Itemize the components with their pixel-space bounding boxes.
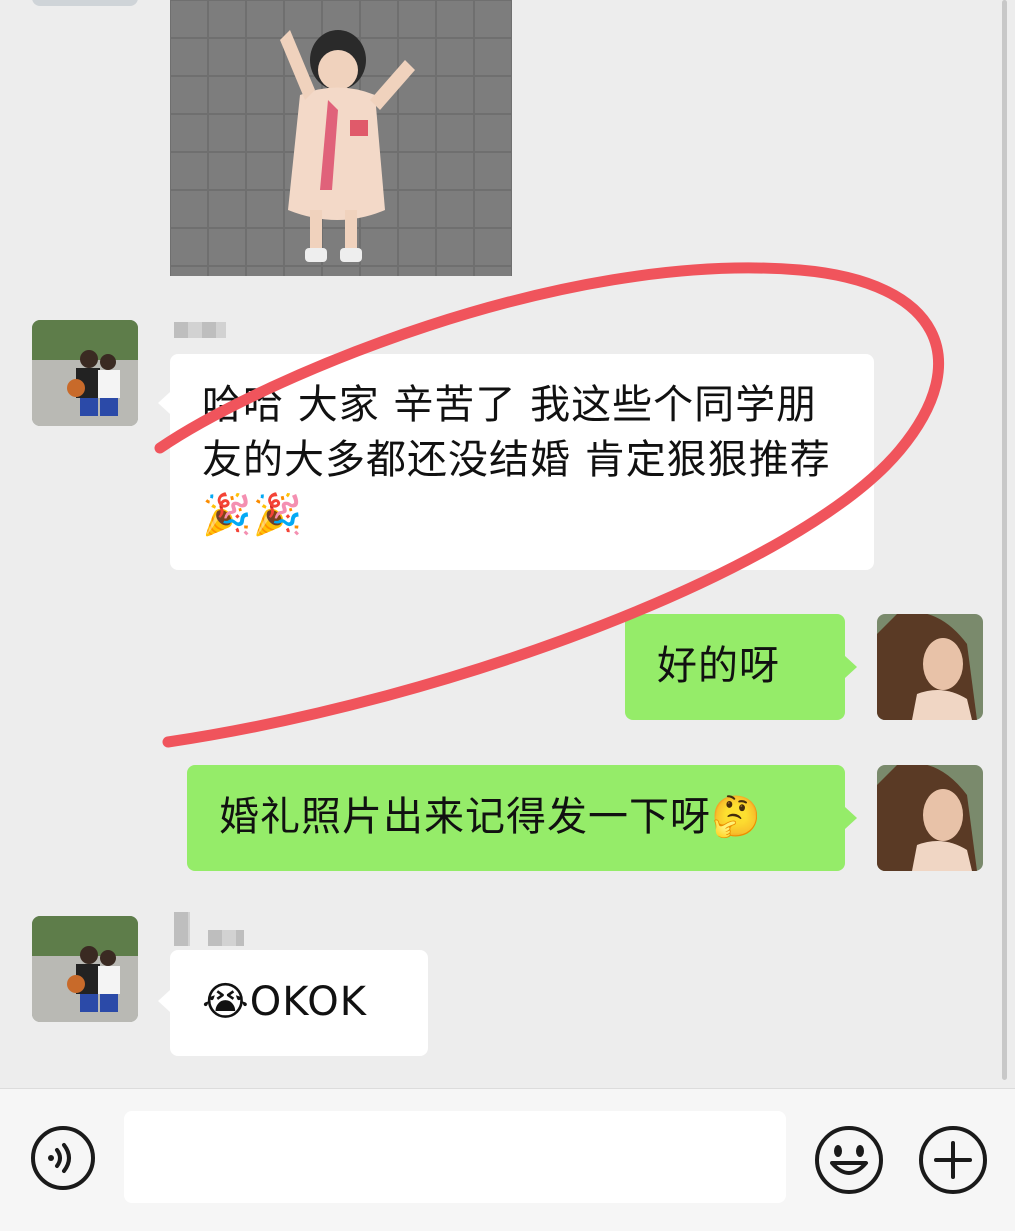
my-avatar[interactable] [877, 614, 983, 720]
add-icon [919, 1126, 987, 1194]
bubble-tail [158, 392, 170, 414]
bubble-tail [845, 656, 857, 678]
emoji-button[interactable] [814, 1125, 883, 1194]
sender-name-blurred [174, 322, 226, 338]
sender-name-blurred [174, 912, 190, 946]
bubble-tail [845, 807, 857, 829]
voice-icon [31, 1126, 95, 1190]
message-bubble[interactable]: 哈哈 大家 辛苦了 我这些个同学朋友的大多都还没结婚 肯定狠狠推荐🎉🎉 [170, 354, 874, 570]
message-bubble[interactable]: 😭OKOK [170, 950, 428, 1056]
message-text: 😭OKOK [202, 979, 367, 1025]
contact-avatar[interactable] [32, 320, 138, 426]
message-text: 好的呀 [657, 643, 780, 689]
voice-button[interactable] [30, 1125, 96, 1191]
my-avatar[interactable] [877, 765, 983, 871]
image-message[interactable] [170, 0, 512, 276]
emoji-icon [815, 1126, 883, 1194]
photo-thumbnail [170, 0, 512, 276]
scrollbar[interactable] [1002, 0, 1007, 1080]
avatar-partial [32, 0, 138, 6]
sender-name-blurred [208, 930, 244, 946]
message-bubble[interactable]: 婚礼照片出来记得发一下呀🤔 [187, 765, 845, 871]
message-bubble[interactable]: 好的呀 [625, 614, 845, 720]
contact-avatar[interactable] [32, 916, 138, 1022]
bubble-tail [158, 990, 170, 1012]
more-button[interactable] [918, 1125, 987, 1194]
message-text: 哈哈 大家 辛苦了 我这些个同学朋友的大多都还没结婚 肯定狠狠推荐🎉🎉 [202, 382, 831, 538]
chat-area[interactable]: 哈哈 大家 辛苦了 我这些个同学朋友的大多都还没结婚 肯定狠狠推荐🎉🎉 好的呀 … [0, 0, 1015, 1088]
input-bar [0, 1088, 1015, 1231]
message-text: 婚礼照片出来记得发一下呀🤔 [219, 794, 762, 840]
message-input[interactable] [124, 1111, 786, 1203]
